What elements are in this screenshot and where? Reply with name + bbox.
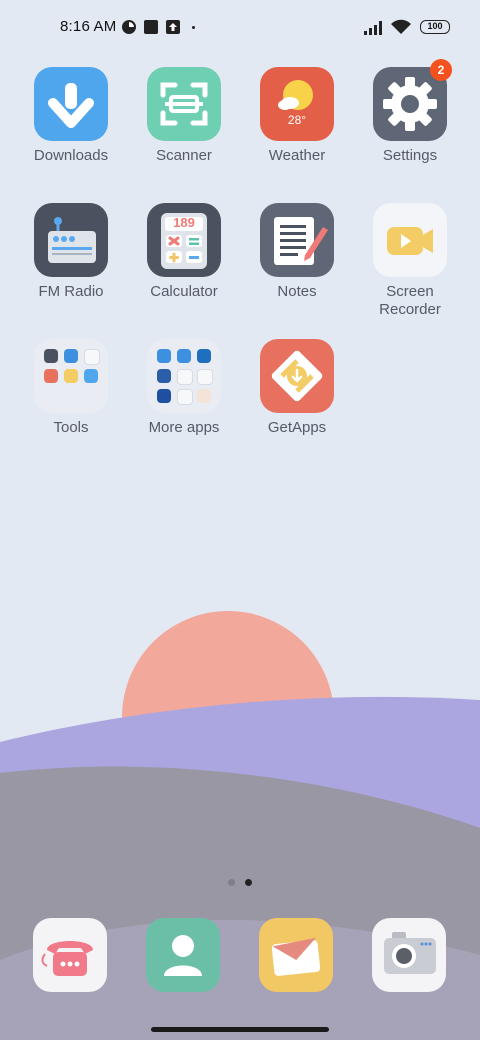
mini-app-icon [197,369,213,385]
status-bar: 8:16 AM 100 [0,0,480,56]
mini-app-icon [157,369,171,383]
app-label: GetApps [267,419,327,436]
folder-tools[interactable]: Tools [15,339,127,437]
dock-messages[interactable] [259,918,333,992]
radio-icon [34,203,108,277]
signal-icon [364,21,382,35]
mini-app-icon [177,389,193,405]
mini-app-icon [197,389,211,403]
app-downloads[interactable]: Downloads [15,67,127,165]
dock-phone[interactable] [33,918,107,992]
getapps-icon [260,339,334,413]
mini-app-icon [64,349,78,363]
app-notes[interactable]: Notes [241,203,353,301]
camera-icon [384,932,436,974]
gesture-navigation-handle[interactable] [151,1027,329,1032]
app-label: Calculator [150,283,218,300]
folder-label: More apps [148,419,220,436]
calculator-display: 189 [173,215,195,230]
folder-more-apps[interactable]: More apps [128,339,240,437]
mini-app-icon [44,369,58,383]
upload-icon [166,20,180,34]
app-label: Notes [277,283,317,300]
notes-icon [260,203,334,277]
mini-app-icon [197,349,211,363]
app-settings[interactable]: 2 Settings [354,59,466,165]
app-label: Screen Recorder [379,283,441,318]
wifi-icon [391,19,411,34]
screen-recorder-icon [373,203,447,277]
dock-camera[interactable] [372,918,446,992]
app-calculator[interactable]: 189 Calculator [128,203,240,301]
mini-app-icon [157,349,171,363]
more-notifications-dot [192,26,195,29]
mini-app-icon [177,369,193,385]
mini-app-icon [157,389,171,403]
weather-icon: 28° [260,67,334,141]
tools-folder-icon [34,339,108,413]
mini-app-icon [84,349,100,365]
notification-badge: 2 [430,59,452,81]
weather-temperature: 28° [287,113,307,127]
folder-label: Tools [53,419,89,436]
app-weather[interactable]: 28° Weather [241,67,353,165]
page-dot-1[interactable] [228,879,235,886]
app-label: Settings [382,147,438,164]
notification-icon-2 [144,20,158,34]
scanner-icon [147,67,221,141]
app-screen-recorder[interactable]: Screen Recorder [354,203,466,319]
app-scanner[interactable]: Scanner [128,67,240,165]
mini-app-icon [177,349,191,363]
notification-icon-1 [122,20,136,34]
app-label: FM Radio [38,283,104,300]
app-label: Downloads [33,147,109,164]
download-icon [34,67,108,141]
app-fm-radio[interactable]: FM Radio [15,203,127,301]
phone-icon [41,941,93,976]
more-apps-folder-icon [147,339,221,413]
app-getapps[interactable]: GetApps [241,339,353,437]
mini-app-icon [64,369,78,383]
calculator-icon: 189 [147,203,221,277]
dock-contacts[interactable] [146,918,220,992]
app-label: Weather [268,147,326,164]
page-dot-2-active[interactable] [245,879,252,886]
app-label: Scanner [156,147,212,164]
battery-indicator: 100 [420,20,450,34]
mini-app-icon [44,349,58,363]
contacts-icon [164,935,202,976]
status-time: 8:16 AM [60,18,117,35]
messages-icon [271,937,321,976]
mini-app-icon [84,369,98,383]
